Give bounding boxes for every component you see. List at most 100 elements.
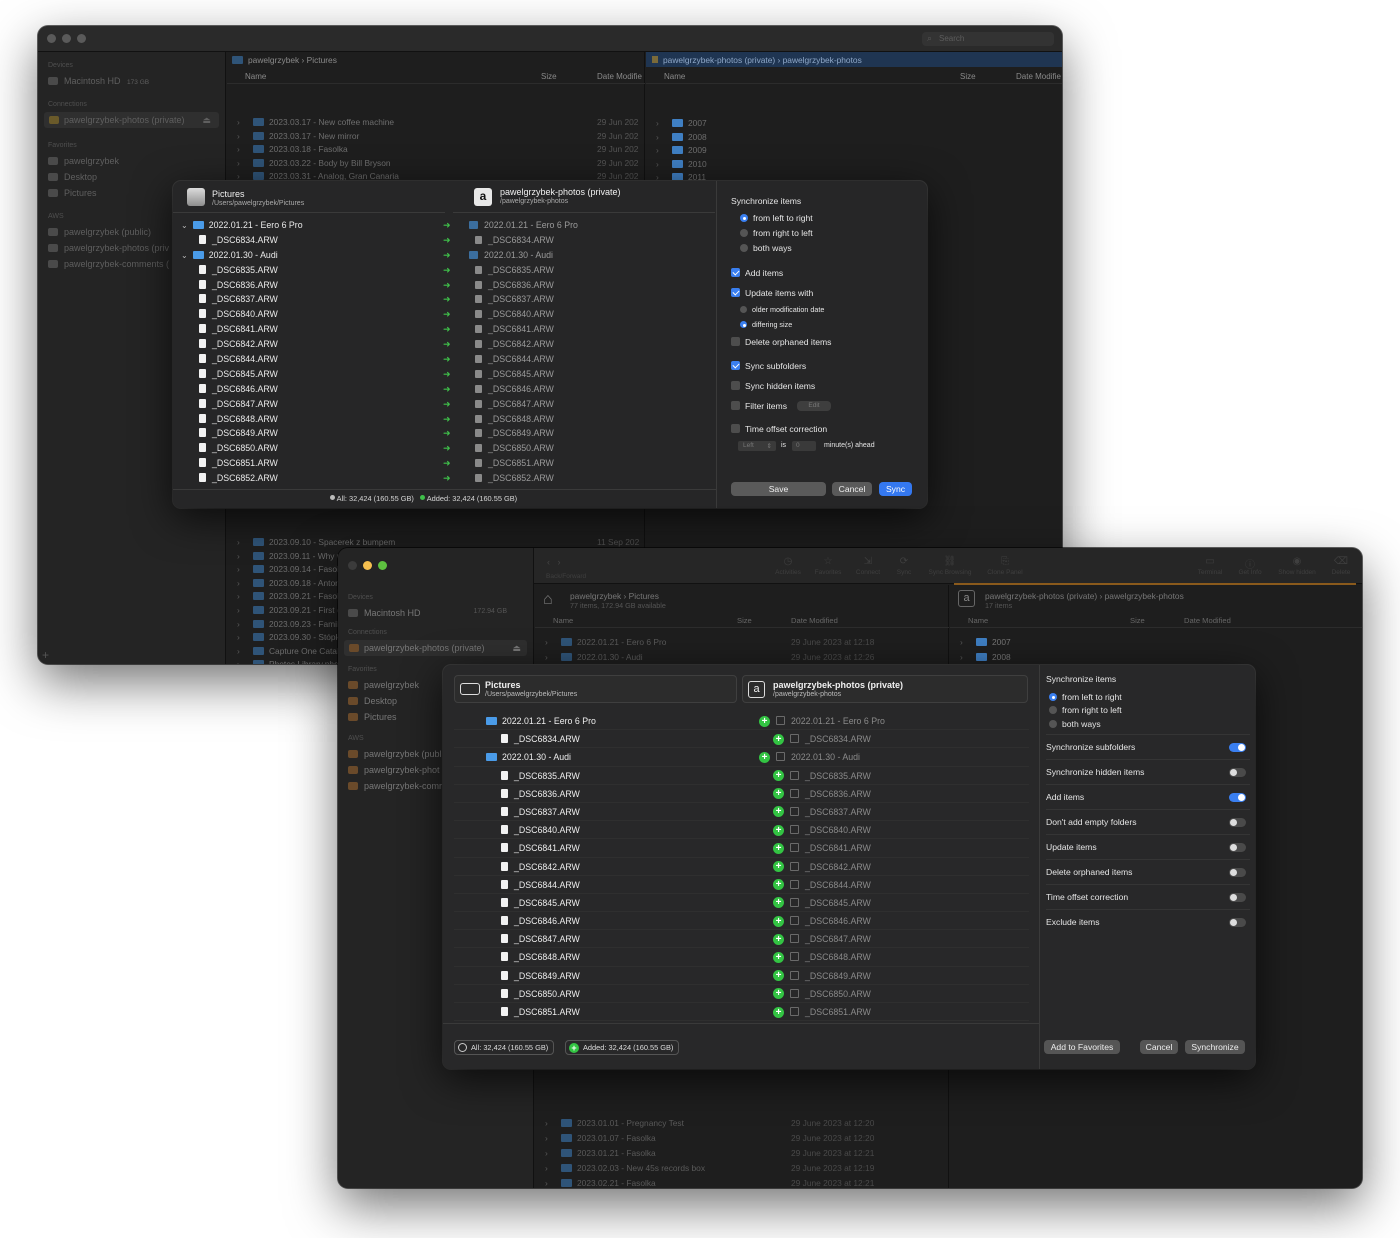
- toggle-switch[interactable]: [1229, 818, 1246, 827]
- chevron-down-icon[interactable]: ⌄: [181, 251, 188, 260]
- chevron-right-icon[interactable]: ›: [960, 650, 963, 665]
- close-button[interactable]: [47, 34, 56, 43]
- sync-file-row[interactable]: _DSC6836.ARW + _DSC6836.ARW: [454, 785, 1029, 803]
- list-item[interactable]: › 2022.01.21 - Eero 6 Pro 29 June 2023 at …: [535, 635, 949, 650]
- col-date[interactable]: Date Modified: [791, 616, 838, 625]
- sync-file-row[interactable]: _DSC6845.ARW ➜ _DSC6845.ARW: [173, 367, 715, 382]
- offset-minutes-input[interactable]: 0: [792, 441, 816, 451]
- sync-file-row[interactable]: _DSC6834.ARW ➜ _DSC6834.ARW: [173, 233, 715, 248]
- toggle-row[interactable]: Time offset correction: [1046, 884, 1250, 909]
- cancel-button[interactable]: Cancel: [832, 482, 872, 496]
- sidebar-item-macintosh[interactable]: Macintosh HD 173 GB: [38, 73, 225, 89]
- radio-left-to-right[interactable]: from left to right: [1049, 692, 1122, 702]
- toggle-row[interactable]: Add items: [1046, 784, 1250, 809]
- sync-file-row[interactable]: _DSC6844.ARW + _DSC6844.ARW: [454, 876, 1029, 894]
- sync-file-row[interactable]: _DSC6850.ARW + _DSC6850.ARW: [454, 985, 1029, 1003]
- col-name[interactable]: Name: [245, 72, 266, 81]
- chevron-right-icon[interactable]: ›: [237, 157, 240, 171]
- chevron-right-icon[interactable]: ›: [237, 130, 240, 144]
- sync-file-row[interactable]: _DSC6844.ARW ➜ _DSC6844.ARW: [173, 352, 715, 367]
- add-icon[interactable]: +: [42, 648, 49, 662]
- toolbar-delete[interactable]: ⌫ Delete: [1322, 556, 1360, 576]
- save-button[interactable]: Save: [731, 482, 826, 496]
- radio-both-ways[interactable]: both ways: [1049, 719, 1101, 729]
- checkbox-update-items[interactable]: Update items with: [731, 288, 813, 298]
- sync-folder-row[interactable]: ⌄ 2022.01.21 - Eero 6 Pro ➜ 2022.01.21 - Ee…: [173, 218, 715, 233]
- col-size[interactable]: Size: [541, 72, 557, 81]
- sync-file-row[interactable]: _DSC6841.ARW + _DSC6841.ARW: [454, 839, 1029, 858]
- chevron-right-icon[interactable]: ›: [656, 131, 659, 145]
- sync-file-row[interactable]: _DSC6849.ARW + _DSC6849.ARW: [454, 967, 1029, 985]
- list-item[interactable]: › 2008: [950, 650, 1362, 665]
- sync-folder-row[interactable]: 2022.01.30 - Audi +2022.01.30 - Audi: [454, 748, 1029, 767]
- sync-file-row[interactable]: _DSC6851.ARW + _DSC6851.ARW: [454, 1003, 1029, 1022]
- toggle-row[interactable]: Exclude items: [1046, 909, 1250, 934]
- toolbar-activities[interactable]: ◷ Activities: [768, 556, 808, 576]
- chevron-right-icon[interactable]: ›: [545, 1131, 548, 1146]
- sync-file-row[interactable]: _DSC6850.ARW ➜ _DSC6850.ARW: [173, 441, 715, 456]
- sync-folder-row[interactable]: 2022.01.21 - Eero 6 Pro +2022.01.21 - Eer…: [454, 712, 1029, 731]
- sync-file-row[interactable]: _DSC6849.ARW ➜ _DSC6849.ARW: [173, 426, 715, 441]
- sync-button[interactable]: Sync: [879, 482, 912, 496]
- sync-file-row[interactable]: _DSC6840.ARW ➜ _DSC6840.ARW: [173, 307, 715, 322]
- chevron-right-icon[interactable]: ›: [545, 1176, 548, 1188]
- toolbar-favorites[interactable]: ☆ Favorites: [808, 556, 848, 576]
- sync-file-row[interactable]: _DSC6842.ARW ➜ _DSC6842.ARW: [173, 337, 715, 352]
- list-item[interactable]: › 2023.01.21 - Fasolka 29 June 2023 at 12:…: [535, 1146, 949, 1161]
- sidebar-item-connection[interactable]: pawelgrzybek-photos (private) ⏏: [344, 640, 527, 656]
- checkbox-time-offset[interactable]: Time offset correction: [731, 424, 827, 434]
- offset-side-select[interactable]: Left ⇕: [738, 441, 776, 451]
- radio-differing-size[interactable]: differing size: [740, 320, 792, 329]
- sync-file-row[interactable]: _DSC6842.ARW + _DSC6842.ARW: [454, 858, 1029, 876]
- sync-file-row[interactable]: _DSC6835.ARW + _DSC6835.ARW: [454, 767, 1029, 785]
- chevron-right-icon[interactable]: ›: [237, 645, 240, 659]
- filter-edit-button[interactable]: Edit: [797, 401, 831, 411]
- chevron-right-icon[interactable]: ›: [545, 635, 548, 650]
- sync-file-row[interactable]: _DSC6851.ARW ➜ _DSC6851.ARW: [173, 456, 715, 471]
- radio-both-ways[interactable]: both ways: [740, 243, 792, 253]
- sync-file-row[interactable]: _DSC6846.ARW + _DSC6846.ARW: [454, 912, 1029, 931]
- sync-file-row[interactable]: _DSC6834.ARW + _DSC6834.ARW: [454, 730, 1029, 749]
- col-size[interactable]: Size: [737, 616, 752, 625]
- toggle-row[interactable]: Don't add empty folders: [1046, 809, 1250, 834]
- chevron-right-icon[interactable]: ›: [237, 604, 240, 618]
- list-item[interactable]: › 2023.01.01 - Pregnancy Test 29 June 2023…: [535, 1116, 949, 1131]
- toggle-switch[interactable]: [1229, 868, 1246, 877]
- toolbar-terminal[interactable]: ▭ Terminal: [1190, 556, 1230, 576]
- col-name[interactable]: Name: [968, 616, 988, 625]
- toolbar-get-info[interactable]: ⓘ Get Info: [1230, 556, 1270, 576]
- chevron-right-icon[interactable]: ›: [237, 143, 240, 157]
- chevron-right-icon[interactable]: ›: [237, 631, 240, 645]
- sync-file-row[interactable]: _DSC6852.ARW ➜ _DSC6852.ARW: [173, 471, 715, 486]
- list-item[interactable]: › 2023.03.17 - New mirror 29 Jun 202: [227, 130, 645, 144]
- radio-left-to-right[interactable]: from left to right: [740, 213, 813, 223]
- toggle-row[interactable]: Update items: [1046, 834, 1250, 859]
- list-item[interactable]: › 2023.02.03 - New 45s records box 29 June…: [535, 1161, 949, 1176]
- toggle-switch[interactable]: [1229, 918, 1246, 927]
- toggle-switch[interactable]: [1229, 768, 1246, 777]
- toolbar-sync-browsing[interactable]: ⛓ Sync Browsing: [922, 556, 978, 576]
- chevron-right-icon[interactable]: ›: [545, 1161, 548, 1176]
- eject-icon[interactable]: ⏏: [202, 115, 211, 126]
- add-to-favorites-button[interactable]: Add to Favorites: [1044, 1040, 1120, 1054]
- chevron-right-icon[interactable]: ›: [237, 577, 240, 591]
- sync-file-row[interactable]: _DSC6836.ARW ➜ _DSC6836.ARW: [173, 278, 715, 293]
- eject-icon[interactable]: ⏏: [512, 643, 521, 654]
- chevron-right-icon[interactable]: ›: [237, 116, 240, 130]
- toggle-row[interactable]: Synchronize hidden items: [1046, 759, 1250, 784]
- checkbox-add-items[interactable]: Add items: [731, 268, 783, 278]
- sidebar-item-fav[interactable]: pawelgrzybek: [38, 153, 225, 169]
- toolbar-clone-panel[interactable]: ⎘ Clone Panel: [980, 556, 1030, 576]
- list-item[interactable]: › 2007: [646, 117, 1062, 131]
- toggle-row[interactable]: Delete orphaned items: [1046, 859, 1250, 884]
- toggle-row[interactable]: Synchronize subfolders: [1046, 734, 1250, 759]
- radio-right-to-left[interactable]: from right to left: [740, 228, 813, 238]
- list-item[interactable]: › 2009: [646, 144, 1062, 158]
- chevron-right-icon[interactable]: ›: [545, 1146, 548, 1161]
- list-item[interactable]: › 2022.01.30 - Audi 29 June 2023 at 12:26: [535, 650, 949, 665]
- col-name[interactable]: Name: [553, 616, 573, 625]
- chevron-right-icon[interactable]: ›: [237, 550, 240, 564]
- col-size[interactable]: Size: [1130, 616, 1145, 625]
- radio-older-date[interactable]: older modification date: [740, 305, 824, 314]
- cancel-button[interactable]: Cancel: [1140, 1040, 1178, 1054]
